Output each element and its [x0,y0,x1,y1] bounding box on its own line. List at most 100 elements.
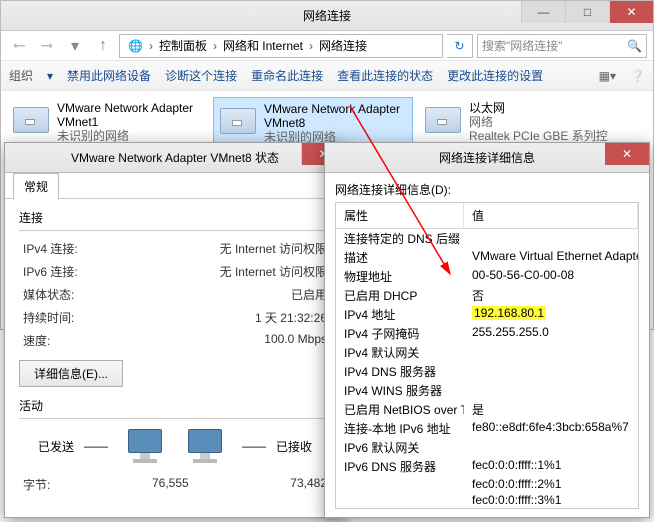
toolbar-rename[interactable]: 重命名此连接 [251,67,323,84]
toolbar-change-settings[interactable]: 更改此连接的设置 [447,67,543,84]
status-value: 无 Internet 访问权限 [220,240,327,257]
nic-icon [423,101,463,141]
details-label: 网络连接详细信息(D): [335,181,639,198]
details-row[interactable]: IPv4 WINS 服务器 [336,381,638,400]
details-dialog-title: 网络连接详细信息 ✕ [325,143,649,173]
details-key: 描述 [336,249,464,266]
details-row[interactable]: IPv4 默认网关 [336,343,638,362]
details-row[interactable]: IPv6 默认网关 [336,438,638,457]
details-row[interactable]: IPv4 子网掩码255.255.255.0 [336,324,638,343]
tab-strip: 常规 [5,173,345,199]
dropdown-history[interactable]: ▾ [63,34,87,58]
forward-button[interactable]: ⭢ [35,34,59,58]
details-value: fec0:0:0:ffff::2%1 [464,477,638,491]
refresh-button[interactable]: ↻ [447,34,473,58]
sent-label: 已发送 [38,438,74,455]
details-key: 连接特定的 DNS 后缀 [336,230,464,247]
col-header-value[interactable]: 值 [464,203,638,228]
status-key: 持续时间: [23,309,74,326]
details-key: 连接-本地 IPv6 地址 [336,420,464,437]
details-row[interactable]: 已启用 NetBIOS over Tc...是 [336,400,638,419]
details-value: 否 [464,287,638,304]
details-row[interactable]: 描述VMware Virtual Ethernet Adapter for VM [336,248,638,267]
status-value: 100.0 Mbps [264,332,327,349]
details-value: 192.168.80.1 [464,306,638,323]
details-key [336,477,464,491]
details-key: IPv4 WINS 服务器 [336,382,464,399]
toolbar: 组织 ▾ 禁用此网络设备 诊断这个连接 重命名此连接 查看此连接的状态 更改此连… [1,61,653,91]
details-value [464,344,638,361]
minimize-button[interactable]: — [521,1,565,23]
toolbar-disable[interactable]: 禁用此网络设备 [67,67,151,84]
toolbar-organize[interactable]: 组织 [9,67,33,84]
details-table: 属性 值 连接特定的 DNS 后缀描述VMware Virtual Ethern… [335,202,639,509]
adapter-status: 未识别的网络 [57,129,203,143]
status-row: 媒体状态:已启用 [19,283,331,306]
details-value: fe80::e8df:6fe4:3bcb:658a%7 [464,420,638,437]
titlebar: 网络连接 — □ ✕ [1,1,653,31]
status-row: 速度: 100.0 Mbps [19,329,331,352]
details-row[interactable]: IPv4 DNS 服务器 [336,362,638,381]
breadcrumb[interactable]: 🌐 › 控制面板 › 网络和 Internet › 网络连接 [119,34,443,58]
path-seg-network-internet[interactable]: 网络和 Internet [217,35,309,57]
adapter-name: 以太网 [469,101,615,115]
details-row[interactable]: IPv6 DNS 服务器fec0:0:0:ffff::1%1 [336,457,638,476]
close-button[interactable]: ✕ [609,1,653,23]
tab-general[interactable]: 常规 [13,173,59,200]
details-value [464,230,638,247]
path-seg-network-connections[interactable]: 网络连接 [313,35,373,57]
maximize-button[interactable]: □ [565,1,609,23]
details-row[interactable]: 连接特定的 DNS 后缀 [336,229,638,248]
details-value: 00-50-56-C0-00-08 [464,268,638,285]
search-input[interactable]: 搜索"网络连接" 🔍 [477,34,647,58]
status-row: IPv4 连接:无 Internet 访问权限 [19,237,331,260]
up-button[interactable]: ↑ [91,34,115,58]
toolbar-view-status[interactable]: 查看此连接的状态 [337,67,433,84]
details-value: 255.255.255.0 [464,325,638,342]
help-icon[interactable]: ❔ [630,69,645,83]
col-header-property[interactable]: 属性 [336,203,464,228]
status-value: 1 天 21:32:26 [255,309,327,326]
status-dialog: VMware Network Adapter VMnet8 状态 ✕ 常规 连接… [4,142,346,518]
recv-label: 已接收 [276,438,312,455]
details-value: fec0:0:0:ffff::3%1 [464,493,638,507]
nav-bar: ⭠ ⭢ ▾ ↑ 🌐 › 控制面板 › 网络和 Internet › 网络连接 ↻… [1,31,653,61]
path-seg-control-panel[interactable]: 控制面板 [153,35,213,57]
window-title: 网络连接 [303,7,351,24]
details-value [464,382,638,399]
details-value [464,363,638,380]
details-row[interactable]: 已启用 DHCP否 [336,286,638,305]
details-button[interactable]: 详细信息(E)... [19,360,123,387]
details-value: VMware Virtual Ethernet Adapter for VM [464,249,638,266]
search-icon: 🔍 [627,39,642,53]
toolbar-diagnose[interactable]: 诊断这个连接 [165,67,237,84]
adapter-name: VMware Network Adapter VMnet8 [264,102,408,130]
close-icon[interactable]: ✕ [605,143,649,165]
details-key: IPv4 地址 [336,306,464,323]
details-row[interactable]: fec0:0:0:ffff::3%1 [336,492,638,508]
toolbar-organize-dropdown[interactable]: ▾ [47,69,53,83]
status-key: 速度: [23,332,50,349]
view-icon[interactable]: ▦▾ [599,69,616,83]
details-value [464,439,638,456]
group-title-connection: 连接 [19,209,331,226]
details-row[interactable]: fec0:0:0:ffff::2%1 [336,476,638,492]
bytes-recv: 73,482 [227,476,327,493]
status-row: 持续时间: 1 天 21:32:26 [19,306,331,329]
details-key: IPv4 默认网关 [336,344,464,361]
details-dialog: 网络连接详细信息 ✕ 网络连接详细信息(D): 属性 值 连接特定的 DNS 后… [324,142,650,518]
details-row[interactable]: 物理地址00-50-56-C0-00-08 [336,267,638,286]
details-row[interactable]: IPv4 地址192.168.80.1 [336,305,638,324]
nic-icon [218,102,258,142]
details-value: 是 [464,401,638,418]
details-key: IPv4 DNS 服务器 [336,363,464,380]
adapter-name: VMware Network Adapter VMnet1 [57,101,203,129]
status-row: IPv6 连接:无 Internet 访问权限 [19,260,331,283]
bytes-label: 字节: [23,476,50,493]
details-key: 物理地址 [336,268,464,285]
details-row[interactable]: 连接-本地 IPv6 地址fe80::e8df:6fe4:3bcb:658a%7 [336,419,638,438]
status-key: 媒体状态: [23,286,74,303]
activity-icon [118,429,232,463]
back-button[interactable]: ⭠ [7,34,31,58]
window-controls: — □ ✕ [521,1,653,23]
